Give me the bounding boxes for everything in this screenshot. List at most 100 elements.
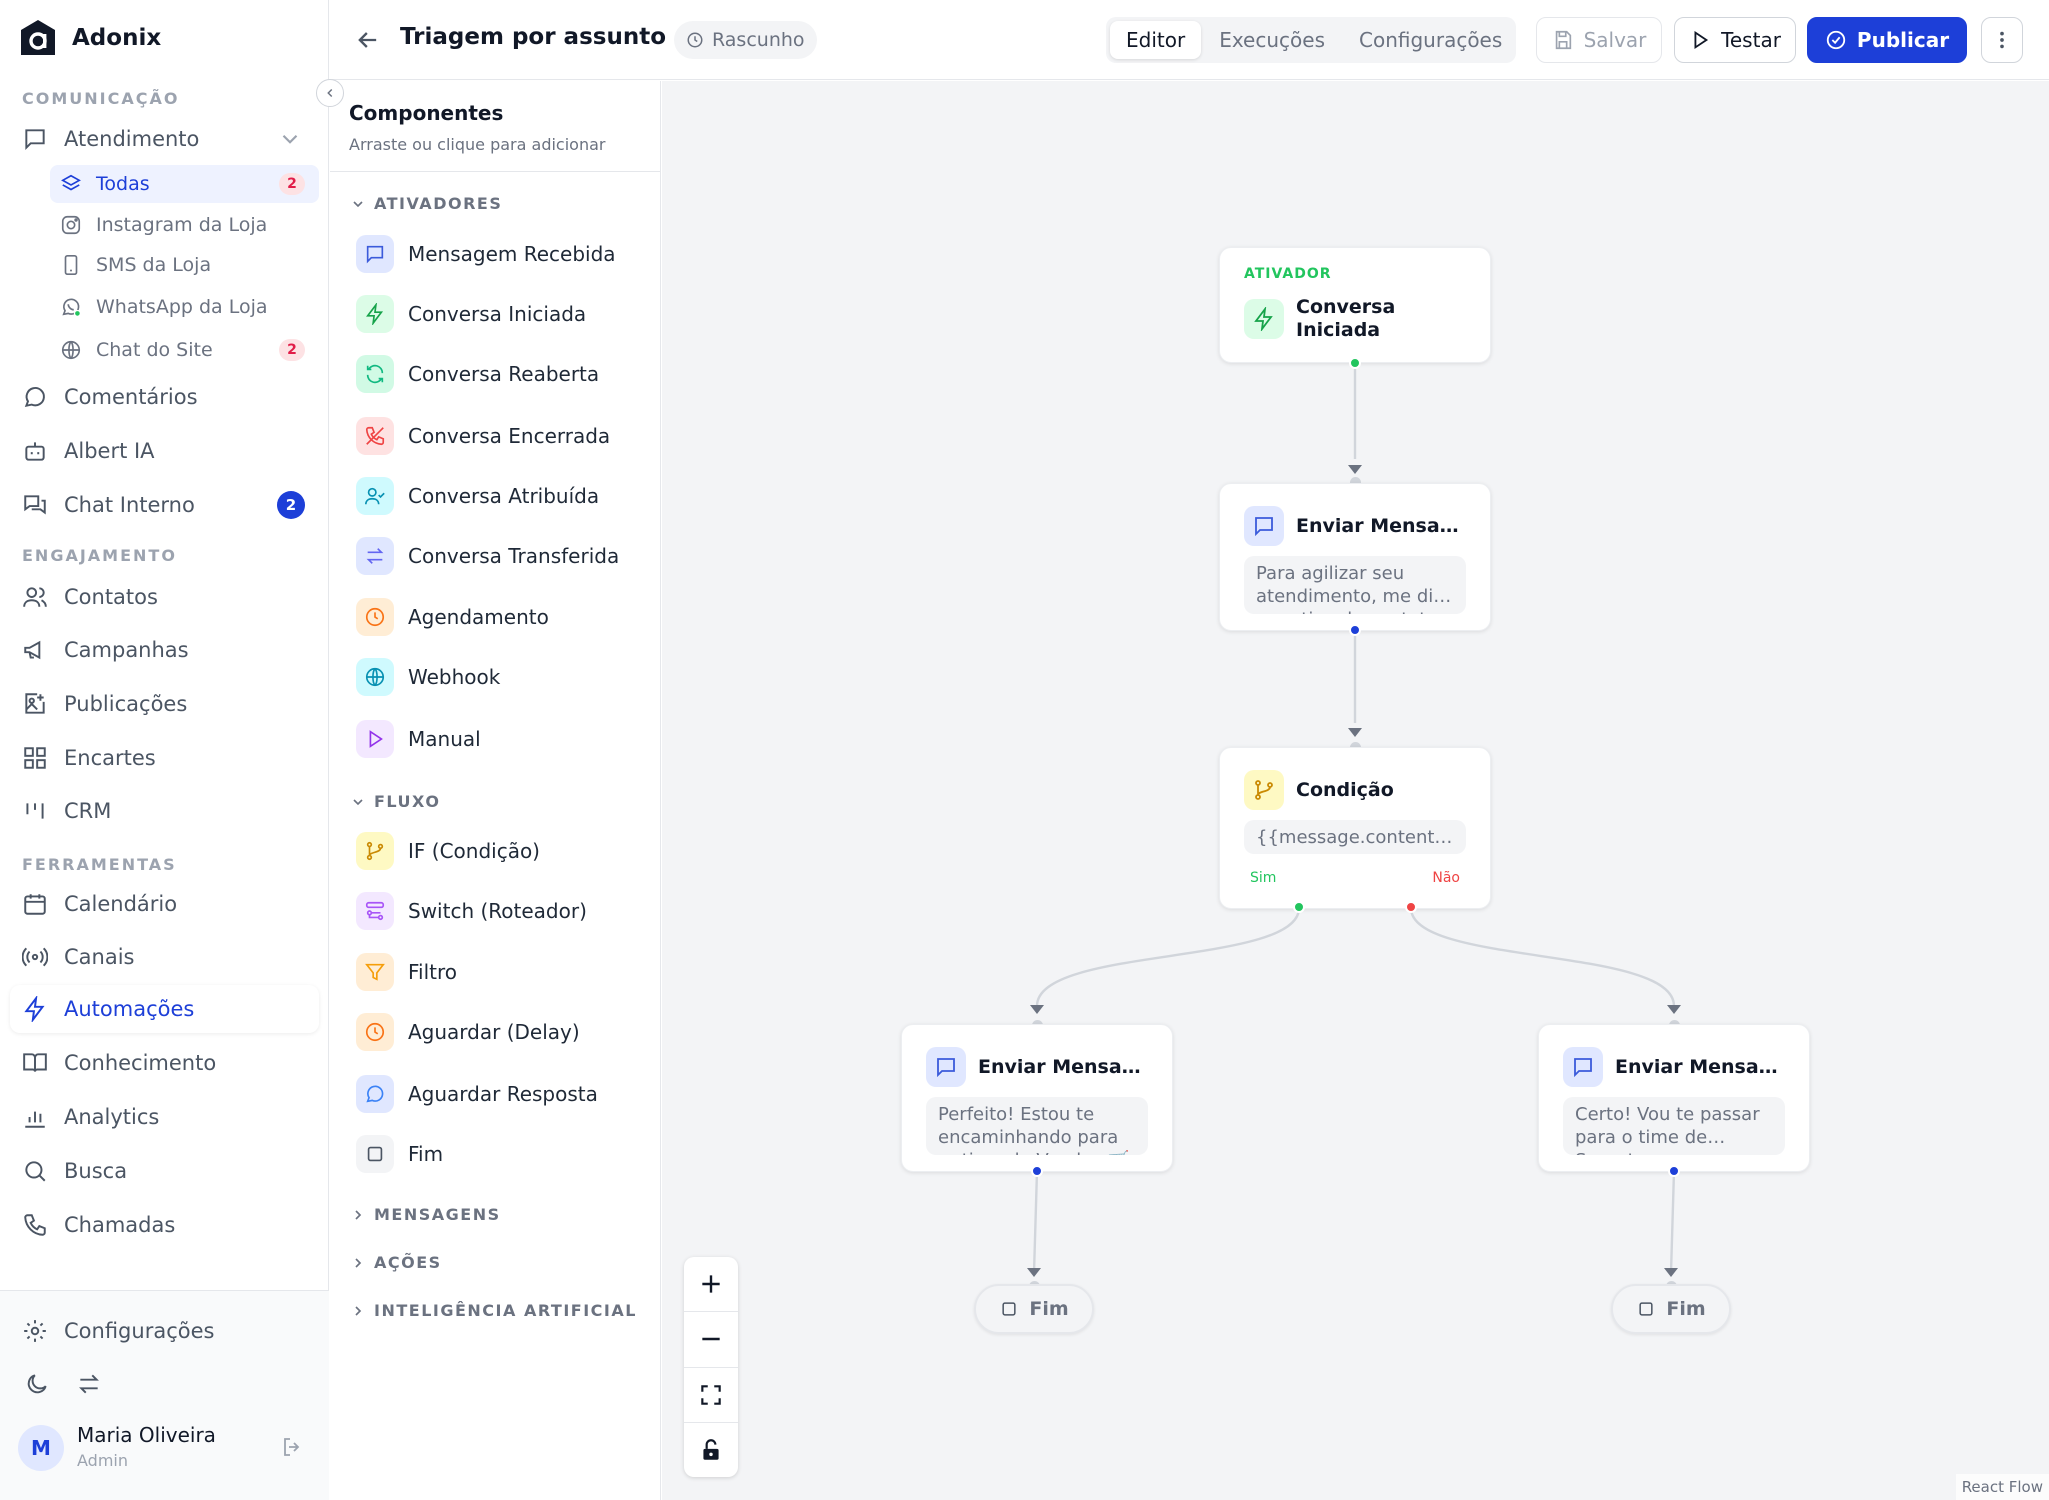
sub-item-whatsapp[interactable]: WhatsApp da Loja [50, 288, 319, 326]
output-handle[interactable] [1031, 1165, 1043, 1177]
nav-label: Contatos [64, 585, 158, 609]
editor-tabs: Editor Execuções Configurações [1106, 17, 1516, 63]
condition-node[interactable]: Condição {{message.content… Sim Não [1219, 747, 1491, 909]
chevron-down-icon[interactable] [277, 126, 303, 152]
component-if-condicao[interactable]: IF (Condição) [356, 830, 540, 872]
publish-button[interactable]: Publicar [1807, 17, 1967, 63]
output-handle[interactable] [1349, 624, 1361, 636]
component-switch-roteador[interactable]: Switch (Roteador) [356, 890, 587, 932]
component-mensagem-recebida[interactable]: Mensagem Recebida [356, 233, 616, 275]
component-agendamento[interactable]: Agendamento [356, 596, 549, 638]
edge-condition-yes[interactable] [1035, 907, 1301, 1007]
zoom-out-button[interactable] [684, 1312, 738, 1368]
arrow-marker [1030, 1005, 1044, 1014]
group-ativadores[interactable]: ATIVADORES [350, 194, 502, 213]
logout-icon[interactable] [280, 1435, 304, 1459]
tab-configuracoes[interactable]: Configurações [1343, 21, 1518, 59]
send-message-node[interactable]: Enviar Mensag… Certo! Vou te passar para… [1538, 1024, 1810, 1172]
component-fim[interactable]: Fim [356, 1133, 443, 1175]
whatsapp-icon [62, 298, 81, 317]
group-inteligencia-artificial[interactable]: INTELIGÊNCIA ARTIFICIAL [350, 1301, 637, 1320]
component-aguardar-delay[interactable]: Aguardar (Delay) [356, 1011, 580, 1053]
output-handle[interactable] [1668, 1165, 1680, 1177]
sub-item-label: Instagram da Loja [96, 214, 268, 236]
send-message-node[interactable]: Enviar Mensag… Para agilizar seu atendim… [1219, 483, 1491, 631]
nav-label: Analytics [64, 1105, 160, 1129]
edge-condition-no[interactable] [1409, 907, 1676, 1007]
component-conversa-reaberta[interactable]: Conversa Reaberta [356, 353, 599, 395]
message-square-icon [1244, 506, 1284, 546]
nav-calendario[interactable]: Calendário [10, 880, 319, 928]
nav-encartes[interactable]: Encartes [10, 734, 319, 782]
component-manual[interactable]: Manual [356, 718, 481, 760]
tab-editor[interactable]: Editor [1110, 21, 1202, 59]
output-handle[interactable] [1349, 357, 1361, 369]
send-message-node[interactable]: Enviar Mensag… Perfeito! Estou te encami… [901, 1024, 1173, 1172]
nav-albert-ia[interactable]: Albert IA [10, 427, 319, 475]
fit-view-button[interactable] [684, 1368, 738, 1423]
nav-chat-interno[interactable]: Chat Interno 2 [10, 481, 319, 529]
zoom-in-button[interactable] [684, 1257, 738, 1313]
settings-icon [24, 1320, 46, 1342]
end-node[interactable]: Fim [974, 1284, 1094, 1334]
edge-no-to-end[interactable] [1669, 1170, 1676, 1274]
nav-analytics[interactable]: Analytics [10, 1093, 319, 1141]
sub-item-instagram[interactable]: Instagram da Loja [50, 206, 319, 244]
user-name: Maria Oliveira [77, 1423, 216, 1447]
flow-canvas[interactable]: ATIVADOR Conversa Iniciada Enviar Mensag… [662, 81, 2049, 1500]
sub-item-sms[interactable]: SMS da Loja [50, 246, 319, 284]
nav-configuracoes[interactable]: Configurações [10, 1307, 319, 1355]
edge-yes-to-end[interactable] [1032, 1170, 1039, 1274]
sub-item-todas[interactable]: Todas 2 [50, 165, 319, 203]
sub-item-label: SMS da Loja [96, 254, 212, 276]
component-filtro[interactable]: Filtro [356, 951, 457, 993]
moon-icon[interactable] [24, 1371, 50, 1397]
save-button[interactable]: Salvar [1536, 17, 1662, 63]
nav-busca[interactable]: Busca [10, 1147, 319, 1195]
lock-button[interactable] [684, 1423, 738, 1477]
component-label: Switch (Roteador) [408, 899, 587, 923]
plus-icon [702, 1275, 720, 1293]
avatar[interactable]: M [18, 1425, 64, 1471]
nav-campanhas[interactable]: Campanhas [10, 626, 319, 674]
nav-canais[interactable]: Canais [10, 933, 319, 981]
more-options-button[interactable] [1981, 17, 2023, 63]
nav-label: Configurações [64, 1319, 215, 1343]
component-label: Filtro [408, 960, 458, 984]
component-conversa-encerrada[interactable]: Conversa Encerrada [356, 415, 610, 457]
switch-account-icon[interactable] [76, 1371, 102, 1397]
trigger-node[interactable]: ATIVADOR Conversa Iniciada [1219, 247, 1491, 363]
arrow-left-icon[interactable] [354, 26, 382, 54]
component-conversa-transferida[interactable]: Conversa Transferida [356, 535, 619, 577]
automation-title[interactable]: Triagem por assunto [400, 24, 666, 50]
nav-atendimento[interactable]: Atendimento [10, 115, 319, 163]
test-button[interactable]: Testar [1674, 17, 1796, 63]
nav-comentarios[interactable]: Comentários [10, 373, 319, 421]
group-fluxo[interactable]: FLUXO [350, 792, 440, 811]
group-mensagens[interactable]: MENSAGENS [350, 1205, 501, 1224]
output-handle-yes[interactable] [1293, 901, 1305, 913]
nav-conhecimento[interactable]: Conhecimento [10, 1039, 319, 1087]
component-conversa-iniciada[interactable]: Conversa Iniciada [356, 293, 586, 335]
collapse-sidebar-button[interactable] [316, 79, 344, 107]
output-handle-no[interactable] [1405, 901, 1417, 913]
square-icon [356, 1135, 394, 1173]
kanban-icon [26, 803, 44, 819]
react-flow-attribution[interactable]: React Flow [1955, 1474, 2049, 1500]
save-label: Salvar [1583, 28, 1647, 52]
group-acoes[interactable]: AÇÕES [350, 1253, 442, 1272]
message-square-icon [1563, 1047, 1603, 1087]
nav-crm[interactable]: CRM [10, 787, 319, 835]
nav-automacoes[interactable]: Automações [10, 985, 319, 1033]
brand[interactable]: Adonix [18, 18, 161, 58]
end-node[interactable]: Fim [1611, 1284, 1731, 1334]
sub-item-chat-site[interactable]: Chat do Site 2 [50, 331, 319, 369]
nav-publicacoes[interactable]: Publicações [10, 680, 319, 728]
component-webhook[interactable]: Webhook [356, 656, 500, 698]
nav-chamadas[interactable]: Chamadas [10, 1201, 319, 1249]
nav-label: Chat Interno [64, 493, 195, 517]
component-conversa-atribuida[interactable]: Conversa Atribuída [356, 475, 599, 517]
nav-contatos[interactable]: Contatos [10, 573, 319, 621]
tab-execucoes[interactable]: Execuções [1203, 21, 1341, 59]
component-aguardar-resposta[interactable]: Aguardar Resposta [356, 1073, 598, 1115]
